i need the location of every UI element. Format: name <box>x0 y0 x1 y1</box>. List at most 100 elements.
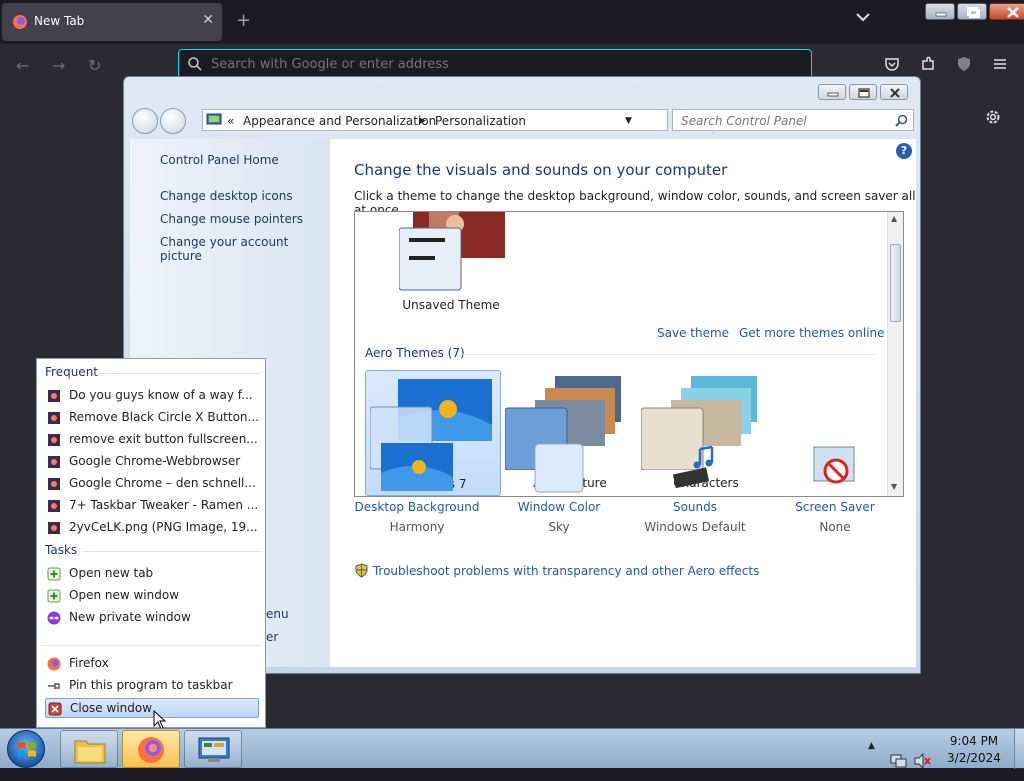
task-label: New private window <box>69 610 191 624</box>
tasks-header: Tasks <box>45 543 78 557</box>
tab-close-icon[interactable]: ✕ <box>202 12 214 28</box>
desktop-background-item[interactable]: Desktop Background Harmony <box>352 443 482 534</box>
cp-forward-button[interactable] <box>160 108 186 134</box>
screen-saver-label[interactable]: Screen Saver <box>770 500 900 514</box>
change-account-picture-link[interactable]: Change your account picture <box>160 235 330 263</box>
volume-muted-icon[interactable] <box>914 741 932 781</box>
taskbar-control-panel-button[interactable] <box>184 730 242 768</box>
task-open-new-tab[interactable]: Open new tab <box>45 564 259 584</box>
menu-icon[interactable] <box>992 56 1008 72</box>
close-button[interactable] <box>989 3 1024 20</box>
extensions-icon[interactable] <box>920 56 936 72</box>
change-mouse-pointers-link[interactable]: Change mouse pointers <box>160 212 303 226</box>
sidebar-link-partial-er[interactable]: er <box>266 630 278 644</box>
show-hidden-icons-icon[interactable]: ▲ <box>868 741 875 781</box>
breadcrumb-appearance[interactable]: Appearance and Personalization <box>243 114 436 128</box>
url-bar[interactable] <box>178 49 812 79</box>
cp-minimize-button[interactable] <box>818 84 846 100</box>
pin-icon <box>48 683 60 689</box>
folder-icon <box>74 740 106 764</box>
task-new-private-window[interactable]: New private window <box>45 608 259 628</box>
minimize-button[interactable] <box>925 3 955 20</box>
taskbar-explorer-button[interactable] <box>60 730 118 768</box>
get-more-themes-link[interactable]: Get more themes online <box>739 326 885 340</box>
frequent-item-2[interactable]: Remove Black Circle X Button... <box>45 408 259 428</box>
close-icon <box>890 88 900 98</box>
cp-search-box[interactable] <box>672 109 914 131</box>
back-icon[interactable]: ← <box>16 56 29 75</box>
pocket-icon[interactable] <box>884 56 900 72</box>
search-icon[interactable] <box>895 114 908 127</box>
save-theme-link[interactable]: Save theme <box>657 326 729 340</box>
taskbar: ▲ 9:04 PM 3/2/2024 <box>0 728 1024 770</box>
sounds-value: Windows Default <box>644 520 746 534</box>
clock-time: 9:04 PM <box>949 734 999 748</box>
frequent-item-label: Remove Black Circle X Button... <box>69 410 259 424</box>
maximize-icon <box>858 88 870 98</box>
address-dropdown-icon[interactable]: ▼ <box>625 116 632 126</box>
system-clock[interactable]: 9:04 PM 3/2/2024 <box>934 733 1014 767</box>
frequent-item-4[interactable]: Google Chrome-Webbrowser <box>45 452 259 472</box>
frequent-header: Frequent <box>45 365 98 379</box>
private-browsing-icon <box>47 611 61 625</box>
frequent-item-label: Google Chrome – den schnell... <box>69 476 256 490</box>
cp-search-input[interactable] <box>679 113 889 129</box>
plus-icon <box>47 567 61 581</box>
network-icon[interactable] <box>890 741 908 781</box>
desktop-background-label[interactable]: Desktop Background <box>352 500 482 514</box>
troubleshoot-link[interactable]: Troubleshoot problems with transparency … <box>354 563 759 578</box>
ublock-shield-icon[interactable] <box>956 56 972 72</box>
window-color-item[interactable]: Window Color Sky <box>494 443 624 534</box>
cp-back-button[interactable] <box>132 108 158 134</box>
start-button[interactable] <box>7 730 45 768</box>
page-icon <box>48 412 60 424</box>
screen-saver-icon <box>813 446 855 484</box>
windows-logo-icon <box>18 742 36 757</box>
jumplist-firefox[interactable]: Firefox <box>45 654 259 674</box>
troubleshoot-label[interactable]: Troubleshoot problems with transparency … <box>373 564 760 578</box>
chevron-down-icon[interactable] <box>856 12 870 22</box>
browser-tab[interactable]: New Tab ✕ <box>2 3 222 41</box>
tasks-divider <box>83 551 261 552</box>
cp-address-bar[interactable]: « Appearance and Personalization ▶ Perso… <box>202 109 732 134</box>
sounds-item[interactable]: Sounds Windows Default <box>630 443 760 534</box>
frequent-item-6[interactable]: 7+ Taskbar Tweaker - Ramen ... <box>45 496 259 516</box>
change-desktop-icons-link[interactable]: Change desktop icons <box>160 189 293 203</box>
breadcrumb-chevrons[interactable]: « <box>227 114 234 128</box>
frequent-item-1[interactable]: Do you guys know of a way f... <box>45 386 259 406</box>
url-input[interactable] <box>209 56 799 73</box>
frequent-item-5[interactable]: Google Chrome – den schnell... <box>45 474 259 494</box>
cp-home-link[interactable]: Control Panel Home <box>160 153 279 167</box>
firefox-icon <box>13 15 27 29</box>
frequent-item-7[interactable]: 2yvCeLK.png (PNG Image, 19... <box>45 518 259 538</box>
scrollbar-thumb[interactable] <box>890 244 901 322</box>
jumplist-separator <box>41 645 261 646</box>
new-tab-icon[interactable]: + <box>236 10 251 31</box>
restore-button[interactable] <box>957 3 987 20</box>
window-color-icon <box>534 443 584 493</box>
jumplist-close-label: Close window <box>70 701 153 715</box>
scroll-up-icon[interactable]: ▲ <box>891 214 897 223</box>
firefox-icon <box>138 737 164 763</box>
breadcrumb-personalization[interactable]: Personalization <box>435 114 526 128</box>
frequent-item-3[interactable]: remove exit button fullscreen... <box>45 430 259 450</box>
cp-close-button[interactable] <box>880 84 908 100</box>
taskbar-firefox-button[interactable] <box>122 730 180 768</box>
sounds-icon <box>672 445 714 489</box>
forward-icon[interactable]: → <box>52 56 65 75</box>
jumplist-close-window[interactable]: Close window <box>45 698 259 718</box>
task-open-new-window[interactable]: Open new window <box>45 586 259 606</box>
frequent-item-label: 2yvCeLK.png (PNG Image, 19... <box>69 520 258 534</box>
cp-maximize-button[interactable] <box>849 84 877 100</box>
sidebar-link-partial-menu[interactable]: enu <box>266 607 289 621</box>
desktop-background-icon <box>381 443 453 491</box>
help-icon[interactable]: ? <box>896 143 912 159</box>
reload-icon[interactable]: ↻ <box>88 56 101 75</box>
unsaved-theme[interactable]: Unsaved Theme <box>369 212 505 312</box>
gear-icon[interactable] <box>984 108 1002 126</box>
show-desktop-button[interactable] <box>1014 729 1024 769</box>
jumplist-pin-to-taskbar[interactable]: Pin this program to taskbar <box>45 676 259 696</box>
sounds-label[interactable]: Sounds <box>630 500 760 514</box>
window-color-label[interactable]: Window Color <box>494 500 624 514</box>
screen-saver-item[interactable]: Screen Saver None <box>770 443 900 534</box>
